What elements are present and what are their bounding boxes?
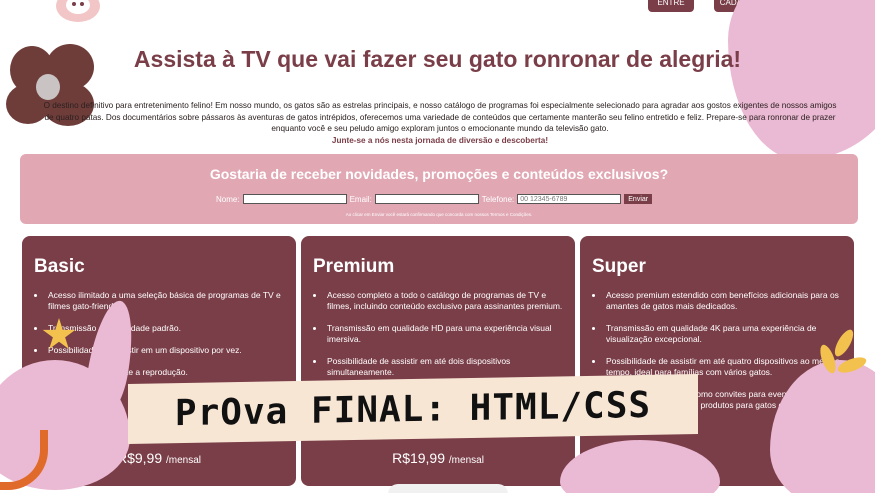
intro-paragraph: O destino definitivo para entretenimento… [43, 101, 837, 134]
email-label: Email: [349, 194, 372, 204]
bottom-pill-decoration [388, 484, 508, 493]
price-value: R$19,99 [392, 450, 446, 466]
plan-card-premium[interactable]: Premium Acesso completo a todo o catálog… [301, 236, 575, 486]
login-button[interactable]: ENTRE [648, 0, 694, 12]
phone-label: Telefone: [481, 194, 515, 204]
price-period: /mensal [448, 455, 484, 466]
send-button[interactable]: Enviar [624, 194, 653, 204]
banner-text: PrOva FINAL: HTML/CSS [174, 384, 652, 435]
name-label: Nome: [216, 194, 240, 204]
plan-feature: Acesso completo a todo o catálogo de pro… [325, 290, 565, 312]
page-title: Assista à TV que vai fazer seu gato ronr… [133, 46, 742, 72]
email-field[interactable] [374, 194, 479, 204]
newsletter-section: Gostaria de receber novidades, promoções… [20, 154, 858, 224]
plan-features: Acesso completo a todo o catálogo de pro… [325, 290, 565, 389]
plan-name: Premium [313, 256, 395, 277]
intro-text: O destino definitivo para entretenimento… [40, 100, 840, 146]
plan-feature: Transmissão em qualidade 4K para uma exp… [604, 323, 844, 345]
plan-feature: Acesso ilimitado a uma seleção básica de… [46, 290, 286, 312]
newsletter-form: Nome: Email: Telefone: Enviar [216, 194, 653, 204]
plan-price: R$19,99 /mensal [301, 450, 575, 466]
cat-logo[interactable] [56, 0, 100, 22]
plan-name: Basic [34, 256, 85, 277]
phone-field[interactable] [517, 194, 622, 204]
plan-feature: Acesso premium estendido com benefícios … [604, 290, 844, 312]
plan-feature: Possibilidade de assistir em até dois di… [325, 356, 565, 378]
newsletter-disclaimer: Ao clicar em Enviar você estará confirma… [345, 212, 533, 217]
intro-cta: Junte-se a nós nesta jornada de diversão… [331, 135, 549, 145]
plan-feature: Possibilidade de assistir em um disposit… [46, 345, 286, 356]
price-period: /mensal [166, 455, 202, 466]
plan-feature: Transmissão em qualidade HD para uma exp… [325, 323, 565, 345]
name-field[interactable] [242, 194, 347, 204]
plan-name: Super [592, 256, 646, 277]
title-banner: PrOva FINAL: HTML/CSS [128, 374, 698, 444]
plan-feature: Transmissão em qualidade padrão. [46, 323, 286, 334]
newsletter-title: Gostaria de receber novidades, promoções… [209, 166, 669, 182]
